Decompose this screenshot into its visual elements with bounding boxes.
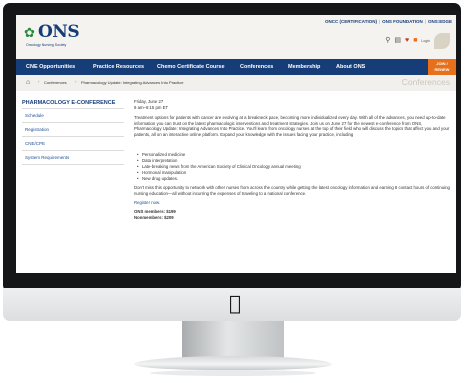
page-title: Conferences	[401, 77, 450, 87]
user-icon[interactable]: ■	[413, 36, 417, 46]
breadcrumb-separator: ›	[38, 79, 40, 84]
list-item: Hormonal manipulation	[137, 170, 186, 176]
oncc-link[interactable]: ONCC (CERTIFICATION)	[325, 19, 377, 24]
list-item: Data interpretation	[137, 158, 177, 164]
decorative-swirl	[434, 33, 450, 49]
nav-membership[interactable]: Membership	[288, 59, 320, 75]
sidebar-item-label: CNE/CPE	[25, 141, 46, 146]
top-links: ONCC (CERTIFICATION) | ONS FOUNDATION | ONS:…	[325, 19, 452, 24]
monitor-bezel: ✿ ONS Oncology Nursing Society ONCC (CER…	[3, 3, 461, 292]
list-item: Personalized medicine	[137, 152, 185, 158]
ons-foundation-link[interactable]: ONS FOUNDATION	[382, 19, 423, 24]
ons-logo[interactable]: ✿ ONS Oncology Nursing Society	[24, 22, 80, 54]
breadcrumb-conferences[interactable]: Conferences	[44, 80, 67, 85]
sidebar-item-label: System Requirements	[25, 155, 70, 160]
join-renew-button[interactable]: JOIN / RENEW	[428, 59, 456, 75]
nav-chemo-certificate-course[interactable]: Chemo Certificate Course	[157, 59, 225, 75]
home-icon[interactable]: ⌂	[26, 79, 34, 87]
list-item: New drug updates.	[137, 176, 178, 182]
ons-edge-link[interactable]: ONS:EDGE	[428, 19, 452, 24]
nav-practice-resources[interactable]: Practice Resources	[93, 59, 144, 75]
screen: ✿ ONS Oncology Nursing Society ONCC (CER…	[16, 15, 456, 273]
register-now-link[interactable]: Register now.	[134, 200, 160, 205]
intro-paragraph: Treatment options for patients with canc…	[134, 115, 450, 137]
breadcrumb-separator: ›	[75, 79, 77, 84]
site-header: ✿ ONS Oncology Nursing Society ONCC (CER…	[16, 15, 456, 59]
breadcrumb-current-page: Pharmacology Update: Integrating Advance…	[81, 80, 184, 85]
event-time: 9 am–6:15 pm ET	[134, 105, 169, 110]
event-date: Friday, June 27	[134, 99, 164, 104]
logo-text: ONS	[38, 22, 80, 42]
breadcrumb: ⌂ › Conferences › Pharmacology Update: I…	[16, 75, 456, 91]
login-link[interactable]: Login	[421, 39, 430, 43]
renew-label: RENEW	[434, 67, 450, 72]
main-nav: CNE Opportunities Practice Resources Che…	[16, 59, 456, 75]
nav-about-ons[interactable]: About ONS	[336, 59, 365, 75]
sidebar-item-cne-cpe[interactable]: CNE/CPE	[22, 136, 124, 150]
monitor-stand-neck	[182, 321, 284, 359]
logo-subtitle: Oncology Nursing Society	[26, 43, 67, 47]
nav-conferences[interactable]: Conferences	[240, 59, 273, 75]
sidebar-item-label: Schedule	[25, 113, 44, 118]
monitor: ✿ ONS Oncology Nursing Society ONCC (CER…	[0, 0, 466, 383]
nonmembers-price: Nonmembers: $209	[134, 215, 174, 220]
list-item: Late-breaking news from the American Soc…	[137, 164, 301, 170]
sidebar-item-schedule[interactable]: Schedule	[22, 108, 124, 122]
heart-icon[interactable]: ♥	[405, 36, 409, 46]
header-tools: ⚲ ▤ ♥ ■ Login	[385, 33, 450, 49]
monitor-stand-base	[134, 356, 332, 370]
sidebar-divider	[22, 164, 124, 165]
sidebar-item-registration[interactable]: Registration	[22, 122, 124, 136]
nav-cne-opportunities[interactable]: CNE Opportunities	[26, 59, 75, 75]
sidebar-item-label: Registration	[25, 127, 50, 132]
stand-shadow	[150, 370, 316, 376]
apple-logo-icon: 	[226, 292, 244, 314]
website: ✿ ONS Oncology Nursing Society ONCC (CER…	[16, 15, 456, 273]
logo-leaf-icon: ✿	[24, 25, 35, 40]
search-icon[interactable]: ⚲	[385, 36, 390, 46]
outro-paragraph: Don't miss this opportunity to network w…	[134, 185, 450, 196]
cart-icon[interactable]: ▤	[394, 36, 401, 46]
members-price: ONS members: $199	[134, 209, 176, 214]
sidebar-item-system-requirements[interactable]: System Requirements	[22, 150, 124, 164]
sidebar-title: PHARMACOLOGY E-CONFERENCE	[22, 100, 116, 106]
